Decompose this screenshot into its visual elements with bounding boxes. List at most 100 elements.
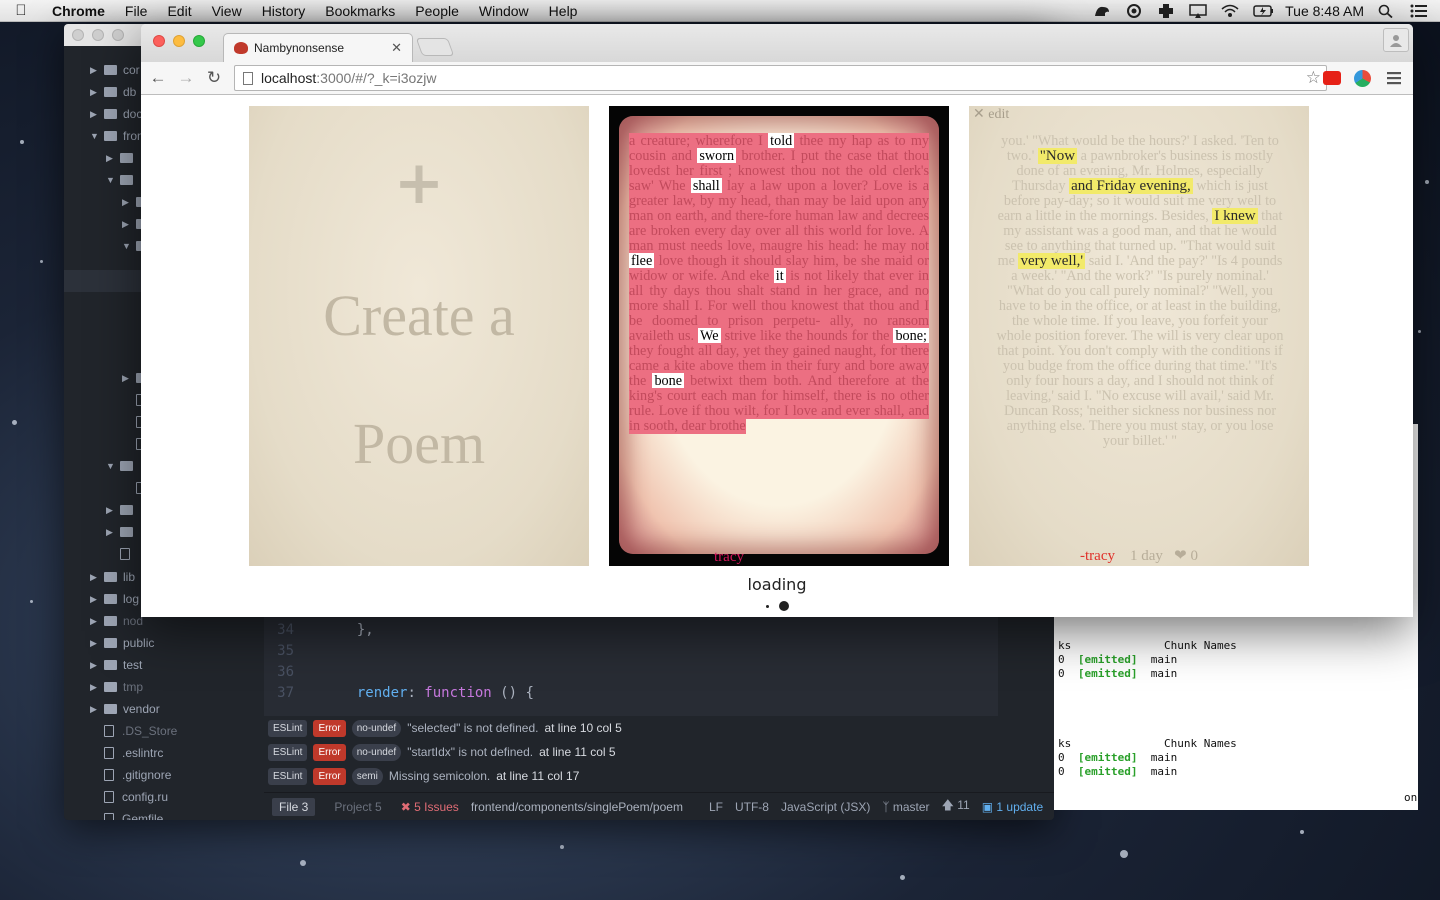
poem-author[interactable]: -tracy bbox=[1080, 548, 1115, 564]
plus-badge-icon[interactable] bbox=[1157, 3, 1175, 18]
tree-folder-row[interactable]: ▼ bbox=[106, 169, 139, 191]
airplay-icon[interactable] bbox=[1189, 3, 1207, 18]
folder-icon bbox=[120, 527, 133, 537]
carousel-dot[interactable] bbox=[765, 604, 769, 608]
folder-icon bbox=[120, 153, 133, 163]
poem-card-edit[interactable]: ✕ edit you.' "What would be the hours?' … bbox=[969, 106, 1309, 566]
new-tab-button[interactable] bbox=[415, 38, 455, 56]
menu-window[interactable]: Window bbox=[469, 3, 539, 19]
selected-word: shall bbox=[690, 178, 722, 194]
menu-edit[interactable]: Edit bbox=[157, 3, 201, 19]
zoom-window-button[interactable] bbox=[193, 35, 205, 47]
tree-file-ds-store[interactable]: .DS_Store bbox=[104, 720, 177, 742]
back-arrow-icon[interactable]: ← bbox=[147, 67, 169, 89]
youtube-extension-icon[interactable] bbox=[1323, 71, 1341, 85]
tab-strip: Nambynonsense ✕ bbox=[141, 24, 1413, 62]
tree-folder-row[interactable]: ▶ bbox=[106, 147, 139, 169]
menu-people[interactable]: People bbox=[405, 3, 469, 19]
battery-icon[interactable] bbox=[1253, 4, 1274, 18]
squirrel-icon[interactable] bbox=[1093, 4, 1111, 18]
menu-bookmarks[interactable]: Bookmarks bbox=[315, 3, 405, 19]
git-branch[interactable]: ᛉ master bbox=[882, 800, 929, 814]
menu-file[interactable]: File bbox=[115, 3, 158, 19]
file-icon bbox=[104, 791, 114, 803]
code-line[interactable]: 35 bbox=[264, 640, 340, 661]
color-extension-icon[interactable] bbox=[1354, 70, 1371, 87]
tree-folder-row[interactable]: ▶ cor bbox=[90, 59, 140, 81]
issues-count[interactable]: ✖ 5 Issues bbox=[401, 800, 459, 814]
tree-folder-row[interactable]: ▶ db bbox=[90, 81, 136, 103]
lint-message[interactable]: ESLint Error no-undef "startIdx" is not … bbox=[264, 740, 1054, 764]
code-line[interactable]: 37 render: function () { bbox=[264, 682, 534, 703]
git-ahead[interactable]: 🡅 11 bbox=[942, 796, 970, 817]
tree-folder-row[interactable]: ▶ bbox=[106, 499, 139, 521]
code-line[interactable]: 36 bbox=[264, 661, 340, 682]
tree-folder-test[interactable]: ▶ test bbox=[90, 654, 142, 676]
tree-folder-node-modules[interactable]: ▶ nod bbox=[90, 610, 143, 632]
lint-file-tab[interactable]: File 3 bbox=[272, 797, 316, 816]
wifi-icon[interactable] bbox=[1221, 4, 1239, 18]
tree-file-config-ru[interactable]: config.ru bbox=[104, 786, 168, 808]
file-path[interactable]: frontend/components/singlePoem/poem bbox=[471, 800, 683, 814]
folder-icon bbox=[104, 87, 117, 97]
reload-icon[interactable]: ↻ bbox=[203, 67, 225, 89]
tree-file-gemfile[interactable]: Gemfile bbox=[104, 808, 163, 820]
heart-icon[interactable]: ❤ bbox=[1174, 548, 1187, 564]
menu-help[interactable]: Help bbox=[539, 3, 588, 19]
notification-center-icon[interactable] bbox=[1410, 4, 1428, 18]
profile-icon[interactable] bbox=[1383, 28, 1409, 52]
tree-folder-public[interactable]: ▶ public bbox=[90, 632, 154, 654]
poem-text: you.' "What would be the hours?' I asked… bbox=[995, 134, 1285, 449]
code-line[interactable]: 34 }, bbox=[264, 619, 374, 640]
close-window-button[interactable] bbox=[153, 35, 165, 47]
close-tab-icon[interactable]: ✕ bbox=[391, 40, 402, 56]
cloud-icon[interactable] bbox=[1125, 3, 1143, 18]
lint-message[interactable]: ESLint Error no-undef "selected" is not … bbox=[264, 716, 1054, 740]
atom-minimize-button[interactable] bbox=[92, 29, 104, 41]
minimize-window-button[interactable] bbox=[173, 35, 185, 47]
poem-card[interactable]: a creature; wherefore I told thee my hap… bbox=[609, 106, 949, 566]
line-number: 35 bbox=[277, 642, 294, 659]
menubar-clock[interactable]: Tue 8:48 AM bbox=[1285, 3, 1364, 19]
bookmark-star-icon[interactable]: ☆ bbox=[1306, 68, 1321, 88]
loading-indicator: loading bbox=[747, 575, 807, 594]
create-poem-card[interactable]: + Create a Poem bbox=[249, 106, 589, 566]
tree-folder-row[interactable]: ▼ bbox=[106, 455, 139, 477]
selected-word: it bbox=[773, 268, 786, 284]
lint-message[interactable]: ESLint Error semi Missing semicolon. at … bbox=[264, 764, 1054, 788]
tree-folder-tmp[interactable]: ▶ tmp bbox=[90, 676, 143, 698]
atom-zoom-button[interactable] bbox=[112, 29, 124, 41]
tab-nambynonsense[interactable]: Nambynonsense ✕ bbox=[223, 33, 413, 62]
forward-arrow-icon[interactable]: → bbox=[175, 67, 197, 89]
line-ending[interactable]: LF bbox=[709, 800, 723, 814]
folder-icon bbox=[104, 704, 117, 714]
atom-close-button[interactable] bbox=[72, 29, 84, 41]
menu-icon[interactable] bbox=[1387, 71, 1401, 87]
code-text: }, bbox=[340, 621, 374, 638]
apple-icon[interactable]:  bbox=[0, 2, 42, 19]
folder-icon bbox=[104, 572, 117, 582]
tree-folder-log[interactable]: ▶ log bbox=[90, 588, 139, 610]
grammar-selector[interactable]: JavaScript (JSX) bbox=[781, 800, 870, 814]
file-icon bbox=[120, 548, 130, 560]
menu-app-chrome[interactable]: Chrome bbox=[42, 3, 115, 19]
search-icon[interactable] bbox=[1378, 4, 1396, 18]
tree-folder-vendor[interactable]: ▶ vendor bbox=[90, 698, 160, 720]
update-notice[interactable]: ▣ 1 update bbox=[982, 800, 1043, 814]
menu-view[interactable]: View bbox=[202, 3, 252, 19]
lint-project-tab[interactable]: Project 5 bbox=[327, 798, 388, 816]
poem-author[interactable]: tracy bbox=[609, 549, 949, 566]
tree-folder-row[interactable]: ▶ doc bbox=[90, 103, 142, 125]
address-bar[interactable]: localhost:3000/#/?_k=i3ozjw ☆ bbox=[234, 65, 1327, 91]
tree-file-row[interactable] bbox=[120, 543, 138, 565]
file-encoding[interactable]: UTF-8 bbox=[735, 800, 769, 814]
carousel-dot-active[interactable] bbox=[778, 601, 789, 611]
tree-file-eslintrc[interactable]: .eslintrc bbox=[104, 742, 163, 764]
edit-link[interactable]: ✕ edit bbox=[973, 106, 1009, 123]
tree-folder-lib[interactable]: ▶ lib bbox=[90, 566, 135, 588]
menu-history[interactable]: History bbox=[252, 3, 316, 19]
tree-folder-row[interactable]: ▼ fron bbox=[90, 125, 144, 147]
tree-folder-row[interactable]: ▶ bbox=[106, 521, 139, 543]
file-icon bbox=[104, 747, 114, 759]
tree-file-gitignore[interactable]: .gitignore bbox=[104, 764, 171, 786]
